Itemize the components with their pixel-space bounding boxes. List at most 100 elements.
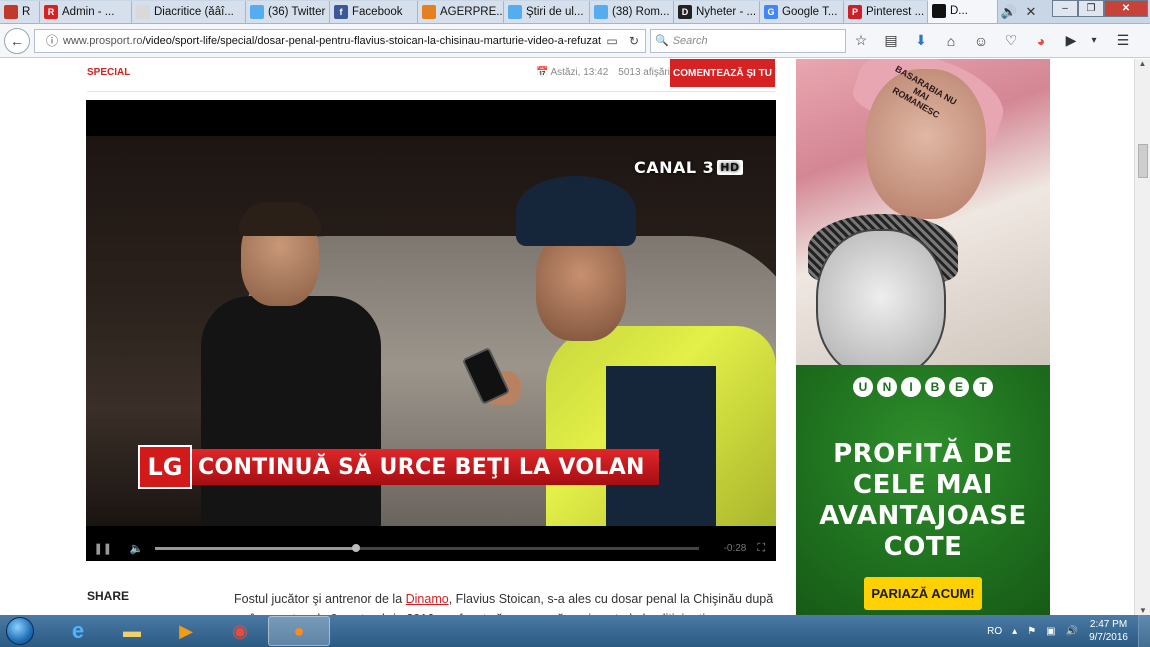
scroll-up-arrow-icon[interactable]: ▲	[1135, 59, 1150, 68]
unibet-logo-letter: T	[973, 377, 993, 397]
lower-third: LG CONTINUĂ SĂ URCE BEŢI LA VOLAN	[138, 445, 659, 489]
tab-label: Admin - ...	[62, 6, 115, 18]
search-input[interactable]: 🔍 Search	[650, 28, 846, 53]
article-meta: 📅 Astăzi, 13:42 5013 afişări	[536, 67, 670, 78]
url-bar[interactable]: ⓘ www.prosport.ro/video/sport-life/speci…	[34, 28, 646, 53]
video-player[interactable]: CANAL 3 HD LG CONTINUĂ SĂ URCE BEŢI LA V…	[86, 100, 776, 561]
tab-label: (36) Twitter	[268, 6, 326, 18]
chrome-icon[interactable]: ◉	[214, 616, 266, 646]
browser-tab[interactable]: AGERPRE...	[418, 1, 504, 23]
home-icon[interactable]: ⌂	[936, 33, 966, 49]
speaker-icon[interactable]: 🔊	[1066, 626, 1078, 637]
play-extension-icon[interactable]: ▶	[1056, 32, 1086, 49]
scroll-down-arrow-icon[interactable]: ▼	[1135, 606, 1150, 615]
volume-icon[interactable]: 🔈	[120, 542, 154, 555]
unibet-logo: UNIBET	[796, 377, 1050, 397]
tab-label: R	[22, 6, 31, 18]
tab-label: (38) Rom...	[612, 6, 670, 18]
internet-explorer-icon[interactable]: e	[52, 616, 104, 646]
tab-label: AGERPRE...	[440, 6, 504, 18]
tab-favicon-icon	[422, 5, 436, 19]
article-body: Fostul jucător şi antrenor de la Dinamo,…	[234, 589, 774, 615]
browser-tab[interactable]: P Pinterest ...	[844, 1, 928, 23]
fullscreen-icon[interactable]: ⛶	[746, 542, 776, 555]
video-progress-bar[interactable]	[155, 544, 699, 552]
video-frame[interactable]: CANAL 3 HD LG CONTINUĂ SĂ URCE BEŢI LA V…	[86, 136, 776, 526]
dinamo-link[interactable]: Dinamo	[406, 592, 449, 606]
browser-tab[interactable]: R	[0, 1, 40, 23]
search-placeholder: Search	[672, 34, 708, 47]
divider	[87, 91, 775, 92]
show-desktop-button[interactable]	[1138, 615, 1150, 647]
browser-tab[interactable]: (36) Twitter	[246, 1, 330, 23]
pocket-icon[interactable]: ♡	[996, 32, 1026, 49]
channel-logo: CANAL 3 HD	[634, 158, 743, 177]
download-icon[interactable]: ⬇	[906, 32, 936, 49]
browser-tab[interactable]: f Facebook	[330, 1, 418, 23]
tab-audio-icon[interactable]: 🔊	[998, 1, 1020, 23]
clock[interactable]: 2:47 PM 9/7/2016	[1089, 618, 1128, 644]
browser-tab[interactable]: G Google T...	[760, 1, 844, 23]
section-label[interactable]: SPECIAL	[87, 67, 130, 78]
reload-icon[interactable]: ↻	[623, 34, 645, 48]
tab-label: Diacritice (ăâî...	[154, 6, 234, 18]
scrollbar-thumb[interactable]	[1138, 144, 1148, 178]
taskbar: e ▬ ▶ ◉ ● RO ▴ ⚑ ▣ 🔊 2:47 PM 9/7/2016	[0, 615, 1150, 647]
file-explorer-icon[interactable]: ▬	[106, 616, 158, 646]
tab-favicon-icon: G	[764, 5, 778, 19]
chat-icon[interactable]: ☺	[966, 33, 996, 49]
action-center-icon[interactable]: ⚑	[1027, 626, 1036, 637]
tab-favicon-icon	[594, 5, 608, 19]
extension-menu-icon[interactable]: ▾	[1086, 35, 1102, 46]
pause-icon[interactable]: ❚❚	[86, 542, 120, 555]
maximize-button[interactable]: ❐	[1078, 0, 1104, 17]
unibet-cta-button[interactable]: PARIAZĂ ACUM!	[864, 577, 982, 610]
media-player-icon[interactable]: ▶	[160, 616, 212, 646]
video-controls: ❚❚ 🔈 -0:28 ⛶	[86, 536, 776, 561]
minimize-button[interactable]: –	[1052, 0, 1078, 17]
close-window-button[interactable]: ✕	[1104, 0, 1148, 17]
tab-favicon-icon	[4, 5, 18, 19]
url-path: /video/sport-life/special/dosar-penal-pe…	[142, 34, 601, 47]
calendar-icon: 📅	[536, 67, 549, 78]
bookmarks-library-icon[interactable]: ▤	[876, 32, 906, 49]
video-progress-knob[interactable]	[352, 544, 361, 552]
back-button[interactable]: ←	[4, 27, 30, 54]
police-uniform	[606, 366, 716, 526]
tab-close-icon[interactable]: ✕	[1020, 1, 1042, 23]
tab-label: Ştiri de ul...	[526, 6, 584, 18]
browser-tab[interactable]: R Admin - ...	[40, 1, 132, 23]
lg-logo: LG	[138, 445, 192, 489]
url-text[interactable]: www.prosport.ro/video/sport-life/special…	[63, 35, 601, 47]
tab-label: Facebook	[352, 6, 403, 18]
browser-tab[interactable]: D Nyheter - ...	[674, 1, 760, 23]
page-scrollbar[interactable]: ▲ ▼	[1134, 59, 1150, 615]
site-info-icon[interactable]: ⓘ	[41, 32, 63, 49]
hamburger-menu-icon[interactable]: ☰	[1108, 32, 1138, 49]
ad-banner-portraits[interactable]: BASARABIA NU MAI ROMANESC	[796, 59, 1050, 365]
browser-tab[interactable]: Ştiri de ul...	[504, 1, 590, 23]
clock-time: 2:47 PM	[1089, 619, 1128, 630]
tray-expand-icon[interactable]: ▴	[1012, 626, 1017, 637]
tab-label: Pinterest ...	[866, 6, 925, 18]
tab-favicon-icon	[508, 5, 522, 19]
bookmark-star-icon[interactable]: ☆	[846, 32, 876, 49]
firefox-icon[interactable]: ●	[268, 616, 330, 646]
start-button[interactable]	[0, 615, 40, 647]
reader-view-icon[interactable]: ▭	[601, 34, 623, 48]
unibet-ad[interactable]: UNIBET PROFITĂ DE CELE MAI AVANTAJOASE C…	[796, 365, 1050, 615]
navigation-bar: ← ⓘ www.prosport.ro/video/sport-life/spe…	[0, 24, 1150, 58]
extension-icon[interactable]: ◕	[1026, 33, 1056, 49]
web-page: SPECIAL 📅 Astăzi, 13:42 5013 afişări COM…	[0, 59, 1134, 615]
tab-favicon-icon	[932, 4, 946, 18]
browser-tab[interactable]: Diacritice (ăâî...	[132, 1, 246, 23]
browser-tab[interactable]: (38) Rom...	[590, 1, 674, 23]
man-hair	[239, 202, 321, 236]
language-indicator[interactable]: RO	[987, 626, 1002, 637]
police-cap	[516, 176, 636, 246]
article-date: Astăzi, 13:42	[550, 67, 609, 78]
network-icon[interactable]: ▣	[1046, 626, 1055, 637]
comment-button[interactable]: COMENTEAZĂ ŞI TU	[670, 59, 775, 87]
tab-favicon-icon	[250, 5, 264, 19]
browser-tab[interactable]: D...	[928, 0, 998, 23]
